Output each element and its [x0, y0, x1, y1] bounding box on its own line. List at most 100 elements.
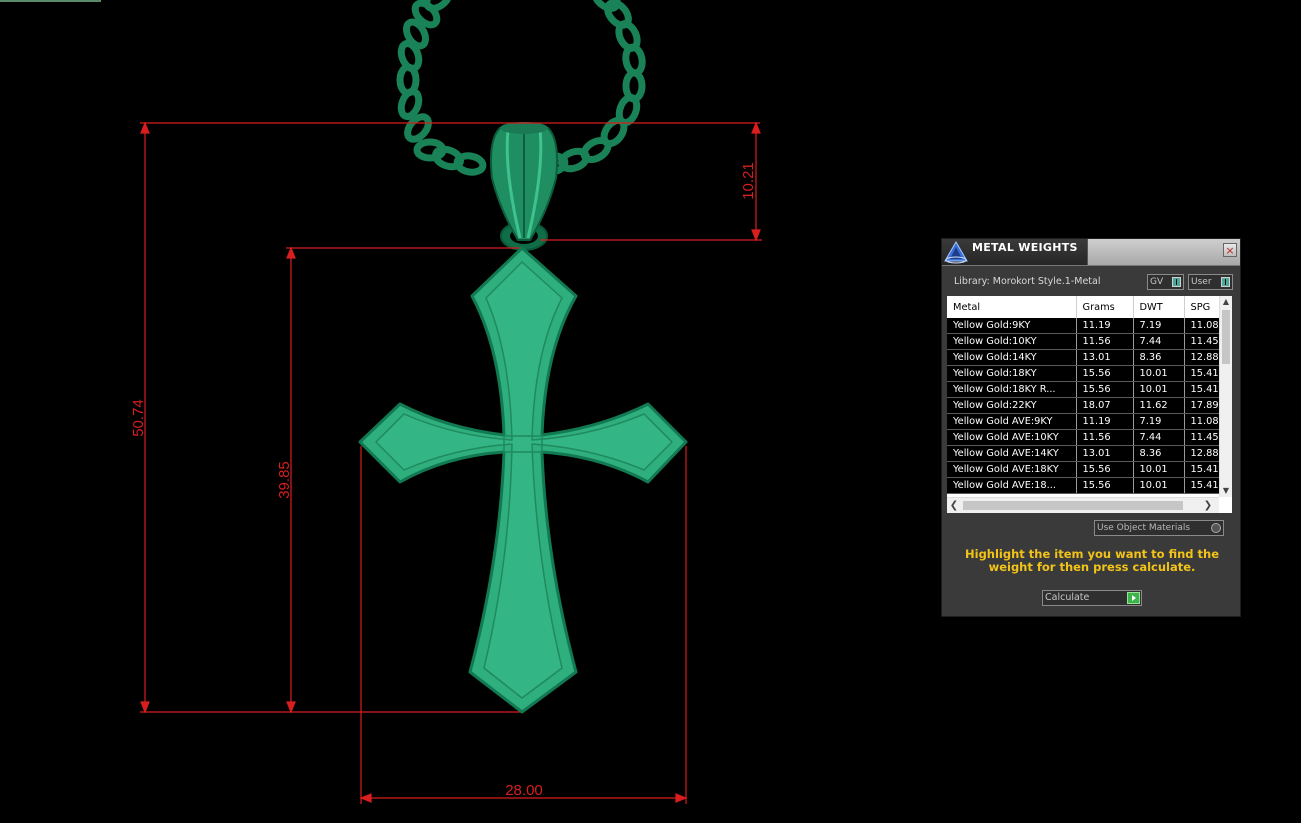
grams-cell: 18.07	[1076, 397, 1134, 414]
horizontal-scroll-thumb[interactable]	[963, 501, 1183, 510]
use-object-materials-toggle[interactable]: Use Object Materials	[1094, 520, 1224, 536]
vertical-scrollbar[interactable]: ▲ ▼	[1219, 296, 1232, 497]
table-row[interactable]: Yellow Gold AVE:18KY 15.56 10.01 15.41	[947, 461, 1225, 478]
metal-cell: Yellow Gold:22KY	[947, 397, 1077, 414]
radio-icon	[1211, 523, 1221, 533]
table-row[interactable]: Yellow Gold:22KY 18.07 11.62 17.89	[947, 397, 1225, 414]
calculate-label: Calculate	[1045, 592, 1090, 603]
dwt-cell: 8.36	[1133, 349, 1185, 366]
close-button[interactable]: ×	[1223, 243, 1237, 257]
scroll-down-icon[interactable]: ▼	[1220, 485, 1232, 497]
grams-cell: 15.56	[1076, 461, 1134, 478]
dimension-cross-height-label: 39.85	[276, 461, 293, 499]
dimension-cross-height	[140, 246, 520, 714]
spg-cell: 15.41	[1184, 477, 1225, 494]
dimension-total-height-label: 50.74	[130, 399, 147, 437]
spg-cell: 11.45	[1184, 333, 1225, 350]
pendant-bail	[490, 122, 558, 251]
metal-cell: Yellow Gold AVE:10KY	[947, 429, 1077, 446]
metal-cell: Yellow Gold:10KY	[947, 333, 1077, 350]
chain-link	[453, 152, 487, 176]
dwt-cell: 8.36	[1133, 445, 1185, 462]
dimension-total-height	[140, 121, 760, 714]
metal-cell: Yellow Gold:18KY	[947, 365, 1077, 382]
metal-cell: Yellow Gold:18KY R...	[947, 381, 1077, 398]
metals-table: Metal Grams DWT SPG Yellow Gold:9KY 11.19…	[947, 296, 1225, 494]
dimension-bail-height-label: 10.21	[740, 162, 757, 200]
spg-cell: 15.41	[1184, 461, 1225, 478]
grams-cell: 11.19	[1076, 318, 1134, 334]
dwt-cell: 10.01	[1133, 365, 1185, 382]
metal-cell: Yellow Gold:9KY	[947, 318, 1077, 334]
gv-select[interactable]: GV	[1147, 274, 1184, 290]
metal-cell: Yellow Gold:14KY	[947, 349, 1077, 366]
grams-cell: 15.56	[1076, 381, 1134, 398]
user-toggle-icon	[1221, 277, 1230, 287]
panel-titlebar[interactable]: METAL WEIGHTS ×	[942, 239, 1240, 266]
calculate-button[interactable]: Calculate	[1042, 590, 1142, 606]
dwt-cell: 7.19	[1133, 318, 1185, 334]
metals-table-container[interactable]: Metal Grams DWT SPG Yellow Gold:9KY 11.19…	[947, 296, 1232, 513]
chain-link	[591, 0, 621, 12]
chain-link	[423, 0, 453, 12]
dwt-cell: 10.01	[1133, 477, 1185, 494]
spg-cell: 15.41	[1184, 365, 1225, 382]
table-row[interactable]: Yellow Gold AVE:18... 15.56 10.01 15.41	[947, 477, 1225, 494]
table-row[interactable]: Yellow Gold:10KY 11.56 7.44 11.45	[947, 333, 1225, 350]
metal-cell: Yellow Gold AVE:14KY	[947, 445, 1077, 462]
play-arrow-icon	[1127, 592, 1140, 604]
grams-cell: 15.56	[1076, 365, 1134, 382]
metal-weights-panel[interactable]: METAL WEIGHTS × Library: Morokort Style.…	[941, 238, 1241, 617]
column-header-grams[interactable]: Grams	[1076, 296, 1134, 318]
scroll-right-icon[interactable]: ❯	[1201, 499, 1215, 512]
table-row[interactable]: Yellow Gold AVE:10KY 11.56 7.44 11.45	[947, 429, 1225, 446]
user-select[interactable]: User	[1188, 274, 1233, 290]
library-label: Library: Morokort Style.1-Metal	[954, 276, 1101, 287]
scroll-up-icon[interactable]: ▲	[1220, 296, 1232, 308]
grams-cell: 11.56	[1076, 333, 1134, 350]
horizontal-scrollbar[interactable]: ❮ ❯	[947, 497, 1219, 513]
instruction-text: Highlight the item you want to find the …	[965, 547, 1219, 574]
app-logo-icon	[944, 241, 968, 264]
spg-cell: 11.08	[1184, 318, 1225, 334]
table-header-row: Metal Grams DWT SPG	[947, 296, 1225, 318]
grams-cell: 13.01	[1076, 349, 1134, 366]
dwt-cell: 7.44	[1133, 333, 1185, 350]
gv-toggle-icon	[1172, 277, 1181, 287]
spg-cell: 17.89	[1184, 397, 1225, 414]
panel-title-tab: METAL WEIGHTS	[942, 239, 1088, 265]
metal-cell: Yellow Gold AVE:9KY	[947, 413, 1077, 430]
vertical-scroll-thumb[interactable]	[1222, 310, 1230, 364]
dimension-bail-height	[540, 121, 762, 242]
spg-cell: 12.88	[1184, 445, 1225, 462]
grams-cell: 11.19	[1076, 413, 1134, 430]
table-row[interactable]: Yellow Gold:14KY 13.01 8.36 12.88	[947, 349, 1225, 366]
spg-cell: 11.08	[1184, 413, 1225, 430]
spg-cell: 11.45	[1184, 429, 1225, 446]
grams-cell: 15.56	[1076, 477, 1134, 494]
table-row[interactable]: Yellow Gold:9KY 11.19 7.19 11.08	[947, 318, 1225, 334]
table-row[interactable]: Yellow Gold:18KY 15.56 10.01 15.41	[947, 365, 1225, 382]
dwt-cell: 10.01	[1133, 381, 1185, 398]
column-header-spg[interactable]: SPG	[1184, 296, 1225, 318]
metal-cell: Yellow Gold AVE:18...	[947, 477, 1077, 494]
metal-cell: Yellow Gold AVE:18KY	[947, 461, 1077, 478]
table-row[interactable]: Yellow Gold AVE:14KY 13.01 8.36 12.88	[947, 445, 1225, 462]
grams-cell: 11.56	[1076, 429, 1134, 446]
dwt-cell: 10.01	[1133, 461, 1185, 478]
use-object-materials-label: Use Object Materials	[1097, 523, 1191, 533]
scroll-left-icon[interactable]: ❮	[947, 499, 961, 512]
column-header-dwt[interactable]: DWT	[1133, 296, 1185, 318]
cross-pendant	[358, 246, 688, 714]
grams-cell: 13.01	[1076, 445, 1134, 462]
user-select-label: User	[1191, 277, 1212, 287]
dwt-cell: 7.44	[1133, 429, 1185, 446]
table-row[interactable]: Yellow Gold AVE:9KY 11.19 7.19 11.08	[947, 413, 1225, 430]
spg-cell: 15.41	[1184, 381, 1225, 398]
table-row[interactable]: Yellow Gold:18KY R... 15.56 10.01 15.41	[947, 381, 1225, 398]
gv-select-label: GV	[1150, 277, 1164, 287]
dwt-cell: 11.62	[1133, 397, 1185, 414]
dimension-width-label: 28.00	[505, 782, 543, 799]
panel-title: METAL WEIGHTS	[972, 241, 1078, 254]
column-header-metal[interactable]: Metal	[947, 296, 1077, 318]
